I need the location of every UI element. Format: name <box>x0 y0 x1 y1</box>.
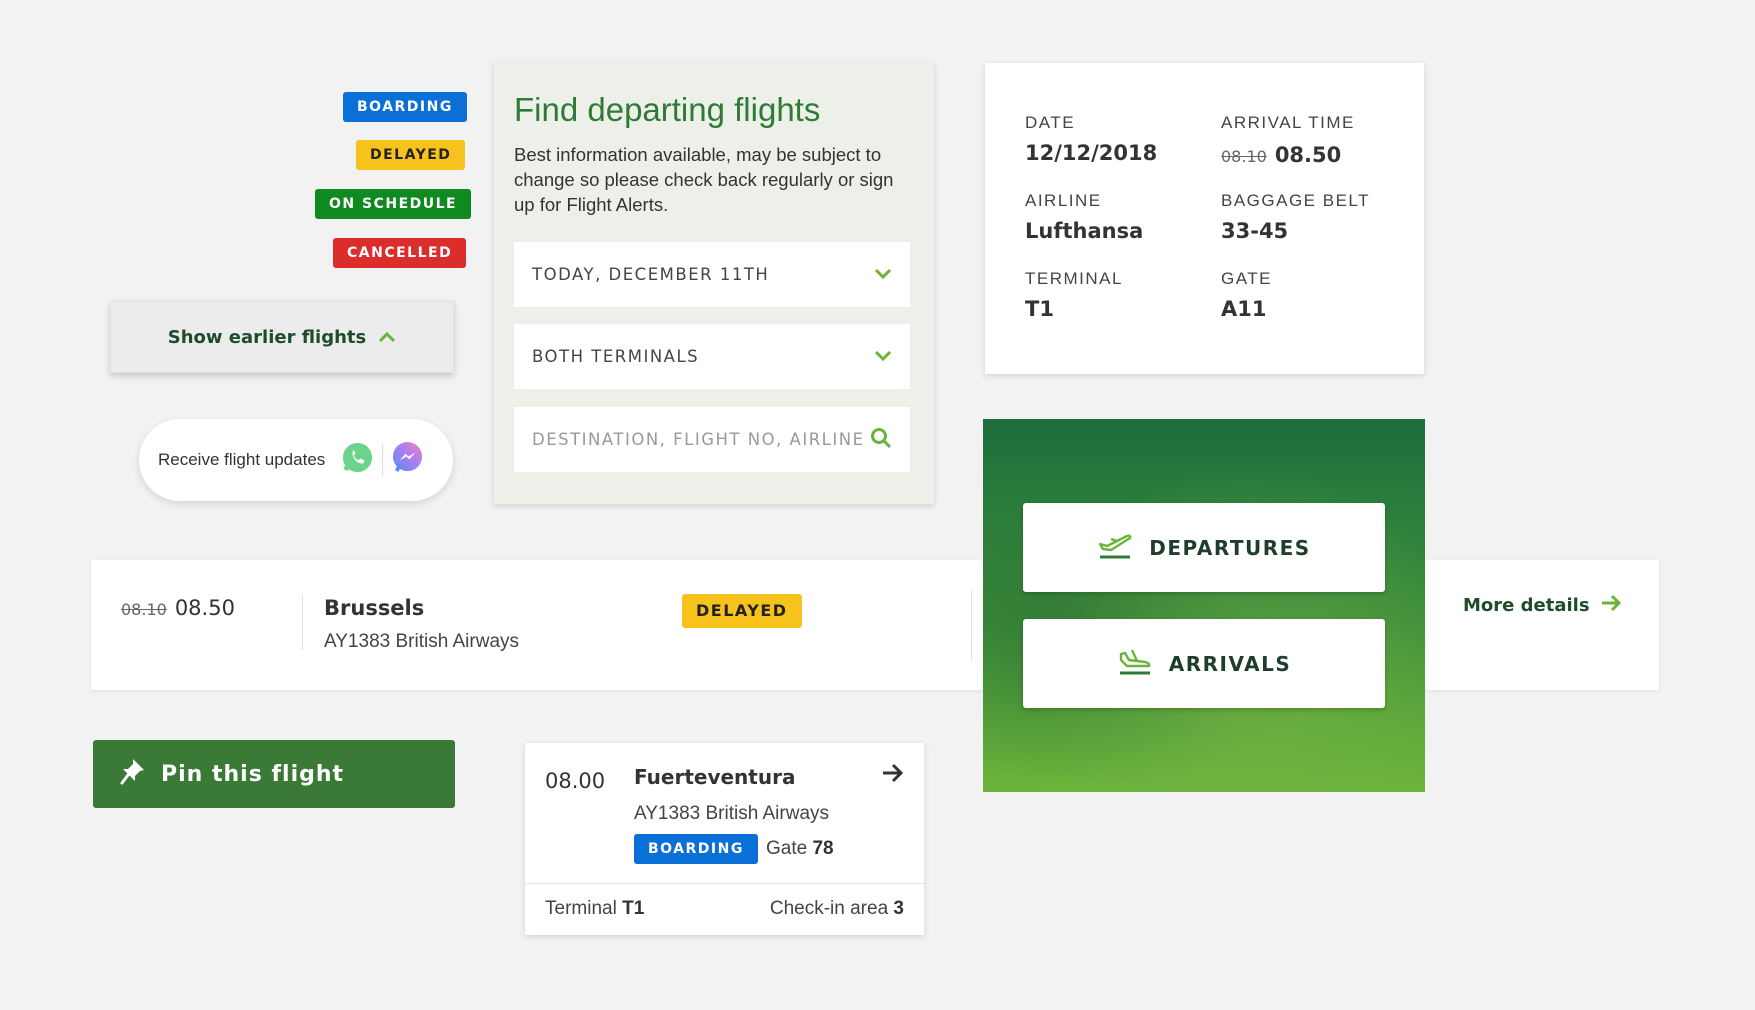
gate-value: 78 <box>812 838 834 859</box>
divider <box>302 595 303 650</box>
status-badge-on-schedule: ON SCHEDULE <box>315 189 472 219</box>
arrival-time-new: 08.50 <box>1274 143 1342 167</box>
arrival-time-label: ARRIVAL TIME <box>1221 113 1355 132</box>
terminal-value: T1 <box>622 898 645 919</box>
more-details-link[interactable]: More details <box>1463 594 1622 617</box>
plane-takeoff-icon <box>1097 530 1133 565</box>
date-label: DATE <box>1025 113 1076 132</box>
flight-info-card: DATE 12/12/2018 ARRIVAL TIME 08.10 08.50 … <box>985 63 1424 374</box>
finder-title: Find departing flights <box>514 91 821 128</box>
departures-button[interactable]: DEPARTURES <box>1023 503 1385 592</box>
arrival-time-value: 08.10 08.50 <box>1221 143 1341 167</box>
chevron-down-icon <box>874 265 892 284</box>
search-placeholder: DESTINATION, FLIGHT NO, AIRLINE <box>532 430 865 449</box>
flight-updates-label: Receive flight updates <box>158 450 326 469</box>
divider <box>971 590 972 660</box>
terminal-label: TERMINAL <box>1025 269 1123 288</box>
pin-flight-button[interactable]: Pin this flight <box>93 740 455 808</box>
status-badge-cancelled: CANCELLED <box>333 238 467 268</box>
flight-card-time: 08.00 <box>545 769 606 793</box>
show-earlier-flights-label: Show earlier flights <box>167 326 367 348</box>
flight-row-new-time: 08.50 <box>174 596 235 620</box>
find-flights-panel: Find departing flights Best information … <box>494 62 934 504</box>
flight-card-checkin: Check-in area 3 <box>770 898 904 920</box>
date-value: 12/12/2018 <box>1025 141 1158 165</box>
baggage-belt-value: 33-45 <box>1221 219 1289 243</box>
flight-card-destination: Fuerteventura <box>634 765 796 789</box>
date-select[interactable]: TODAY, DECEMBER 11TH <box>514 242 910 307</box>
airline-label: AIRLINE <box>1025 191 1102 210</box>
airline-value: Lufthansa <box>1025 219 1144 243</box>
pin-icon <box>119 756 147 792</box>
flight-card-status-badge: BOARDING <box>634 834 758 864</box>
plane-landing-icon <box>1117 646 1153 681</box>
baggage-belt-label: BAGGAGE BELT <box>1221 191 1371 210</box>
arrivals-label: ARRIVALS <box>1168 651 1292 676</box>
finder-description: Best information available, may be subje… <box>514 144 894 215</box>
flight-search-input[interactable]: DESTINATION, FLIGHT NO, AIRLINE <box>514 407 910 472</box>
flight-row-old-time: 08.10 <box>121 600 167 619</box>
flight-row-destination: Brussels <box>324 596 425 620</box>
arrival-time-old: 08.10 <box>1221 147 1267 166</box>
divider <box>525 883 924 884</box>
gate-value: A11 <box>1221 297 1267 321</box>
departures-label: DEPARTURES <box>1149 535 1311 560</box>
more-details-label: More details <box>1463 595 1590 616</box>
flight-card[interactable]: 08.00 Fuerteventura AY1383 British Airwa… <box>525 743 924 935</box>
search-icon[interactable] <box>870 427 892 453</box>
flight-row-flight: AY1383 British Airways <box>324 631 520 652</box>
checkin-value: 3 <box>893 898 904 919</box>
terminal-select[interactable]: BOTH TERMINALS <box>514 324 910 389</box>
arrow-right-icon[interactable] <box>881 763 905 788</box>
show-earlier-flights-button[interactable]: Show earlier flights <box>110 301 454 373</box>
checkin-label: Check-in area <box>769 898 889 919</box>
pin-flight-label: Pin this flight <box>161 761 345 787</box>
flight-updates-pill: Receive flight updates <box>139 419 453 501</box>
whatsapp-icon[interactable] <box>341 441 374 479</box>
chevron-up-icon <box>378 327 396 348</box>
messenger-icon[interactable] <box>391 441 424 479</box>
flight-card-flight: AY1383 British Airways <box>634 803 830 824</box>
flight-row-status-badge: DELAYED <box>682 594 802 628</box>
flight-row-time: 08.10 08.50 <box>121 596 235 620</box>
flight-card-terminal: Terminal T1 <box>545 898 644 920</box>
flight-card-gate: Gate 78 <box>766 838 834 860</box>
chevron-down-icon <box>874 347 892 366</box>
gate-label: Gate <box>766 838 808 859</box>
terminal-label: Terminal <box>545 898 617 919</box>
terminal-select-value: BOTH TERMINALS <box>532 347 700 366</box>
status-badge-boarding: BOARDING <box>343 92 467 122</box>
gate-label: GATE <box>1221 269 1273 288</box>
date-select-value: TODAY, DECEMBER 11TH <box>532 265 770 284</box>
departures-arrivals-panel: DEPARTURES ARRIVALS <box>983 419 1425 792</box>
arrow-right-icon <box>1600 594 1622 617</box>
arrivals-button[interactable]: ARRIVALS <box>1023 619 1385 708</box>
status-badge-delayed: DELAYED <box>356 140 466 170</box>
terminal-value: T1 <box>1025 297 1054 321</box>
divider <box>382 444 384 476</box>
